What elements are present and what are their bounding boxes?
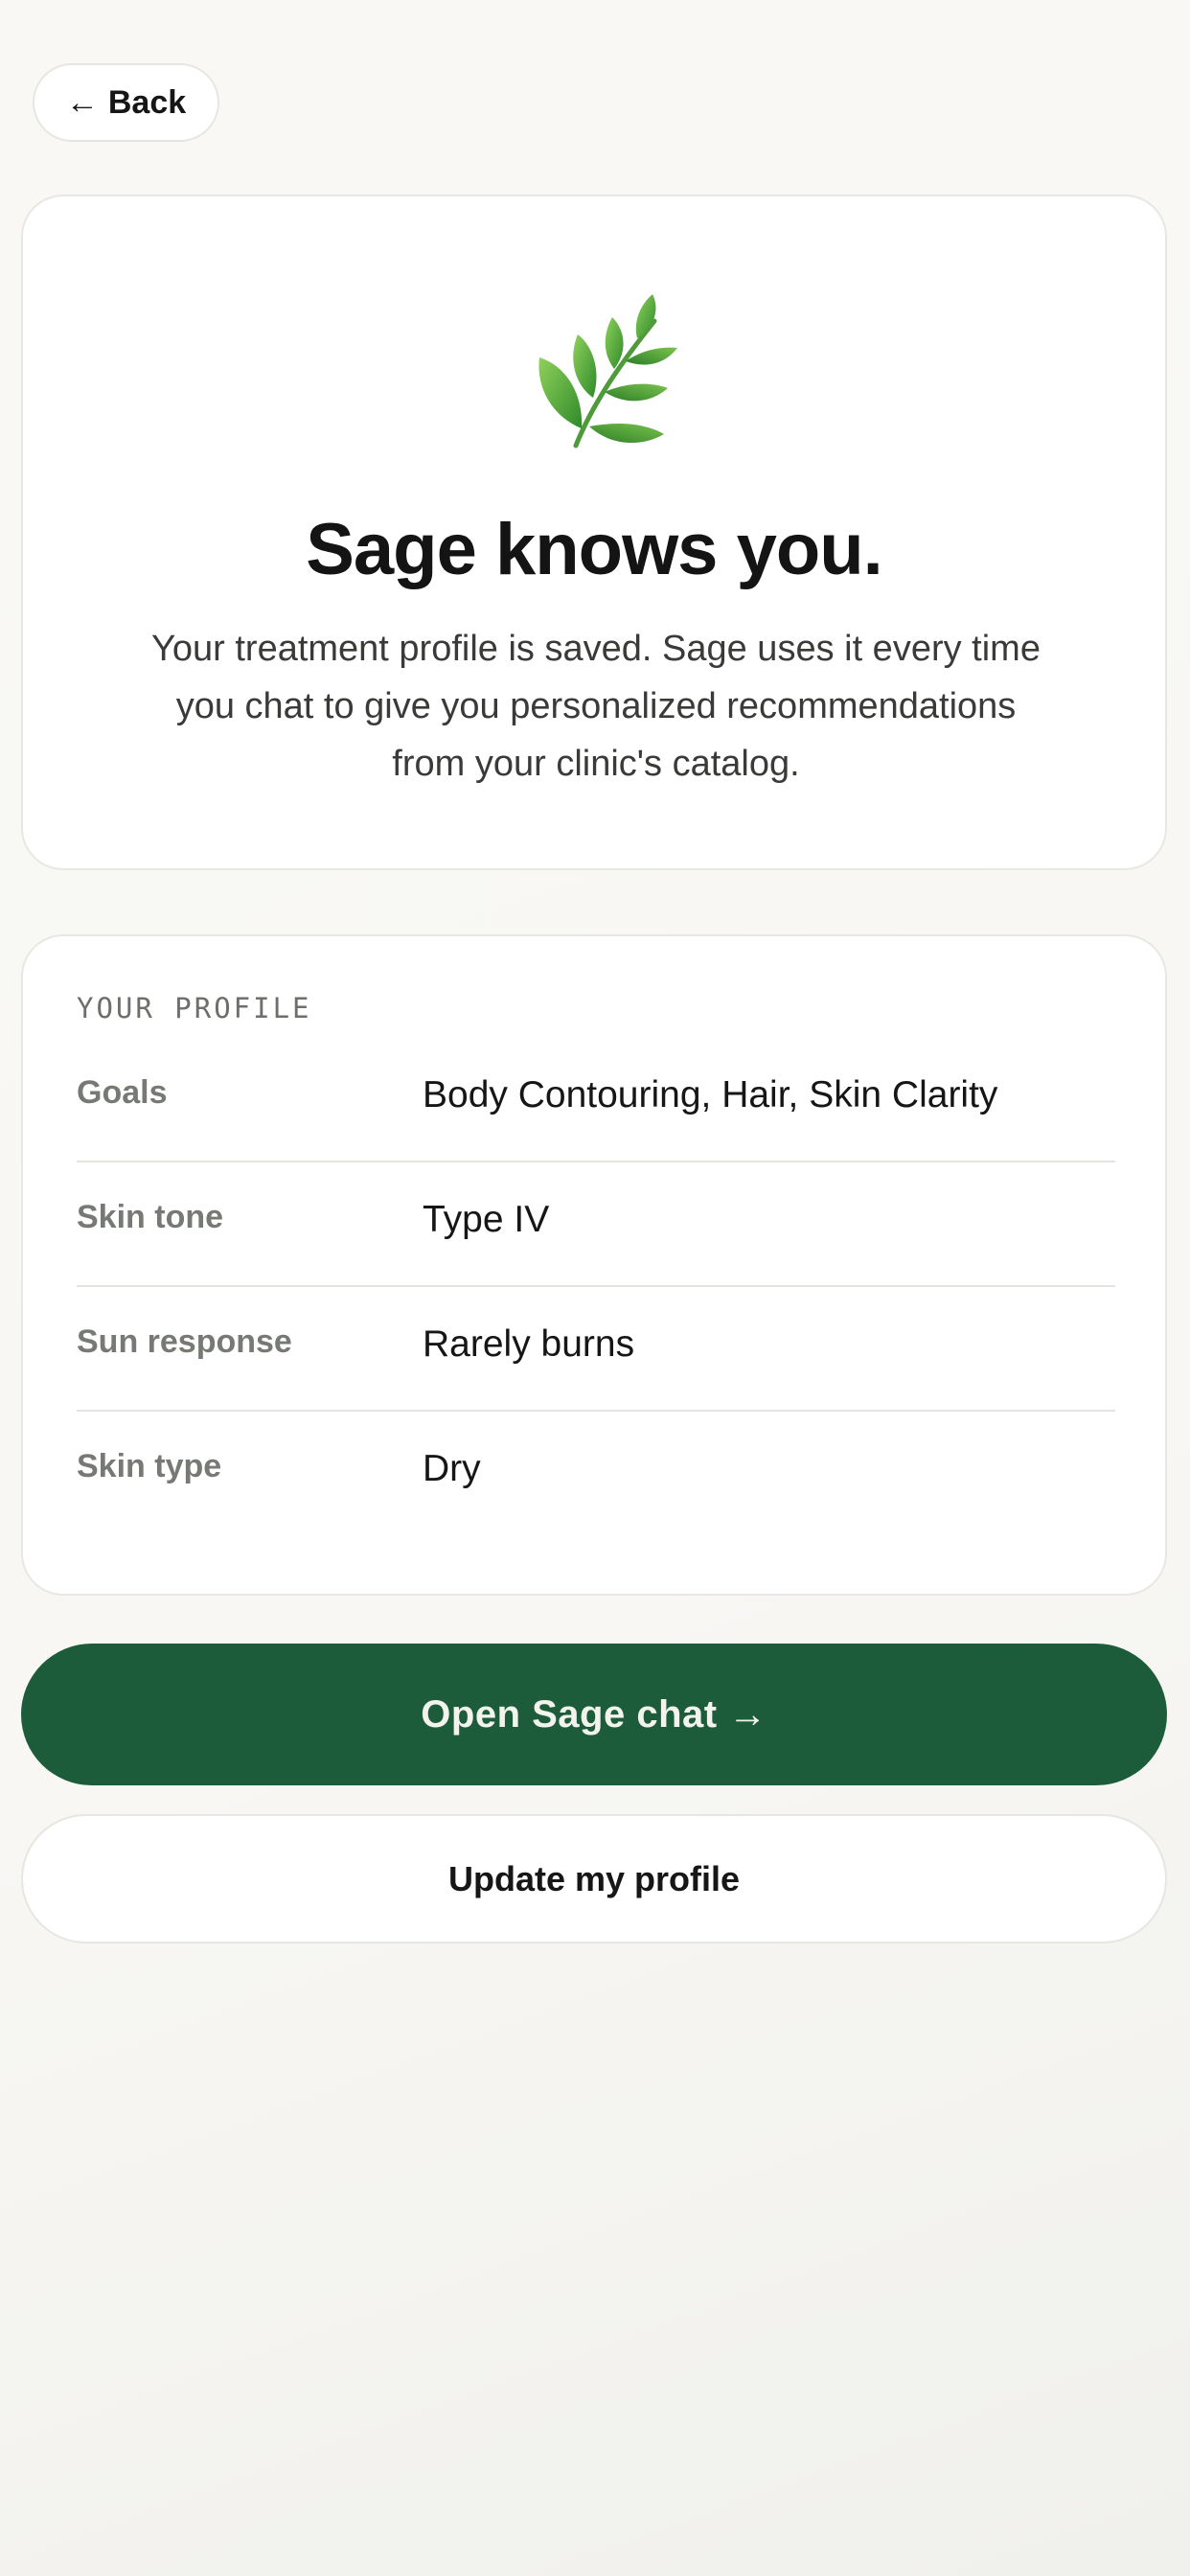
profile-row-sun-response: Sun response Rarely burns: [77, 1287, 1115, 1412]
back-button[interactable]: ← Back: [33, 63, 219, 142]
profile-row-skin-tone: Skin tone Type IV: [77, 1162, 1115, 1287]
page-title: Sage knows you.: [306, 509, 883, 590]
profile-heading: YOUR PROFILE: [77, 992, 312, 1024]
row-value: Type IV: [423, 1199, 550, 1240]
confirmation-card: Sage knows you. Your treatment profile i…: [21, 195, 1167, 870]
open-sage-chat-button[interactable]: Open Sage chat →: [21, 1644, 1167, 1785]
row-value: Dry: [423, 1448, 481, 1489]
row-label: Skin tone: [77, 1199, 224, 1235]
hero-description: Your treatment profile is saved. Sage us…: [151, 629, 1041, 784]
row-label: Skin type: [77, 1448, 222, 1484]
profile-row-skin-type: Skin type Dry: [77, 1412, 1115, 1536]
update-profile-button[interactable]: Update my profile: [21, 1814, 1167, 1944]
herb-leaf-icon: [538, 294, 677, 448]
row-value: Rarely burns: [423, 1323, 635, 1365]
profile-card: YOUR PROFILE Goals Body Contouring, Hair…: [21, 934, 1167, 1596]
row-value: Body Contouring, Hair, Skin Clarity: [423, 1074, 998, 1116]
profile-row-goals: Goals Body Contouring, Hair, Skin Clarit…: [77, 1038, 1115, 1162]
row-label: Goals: [77, 1074, 168, 1111]
row-label: Sun response: [77, 1323, 292, 1360]
arrow-left-icon: ←: [65, 83, 99, 121]
back-label: Back: [107, 83, 187, 121]
